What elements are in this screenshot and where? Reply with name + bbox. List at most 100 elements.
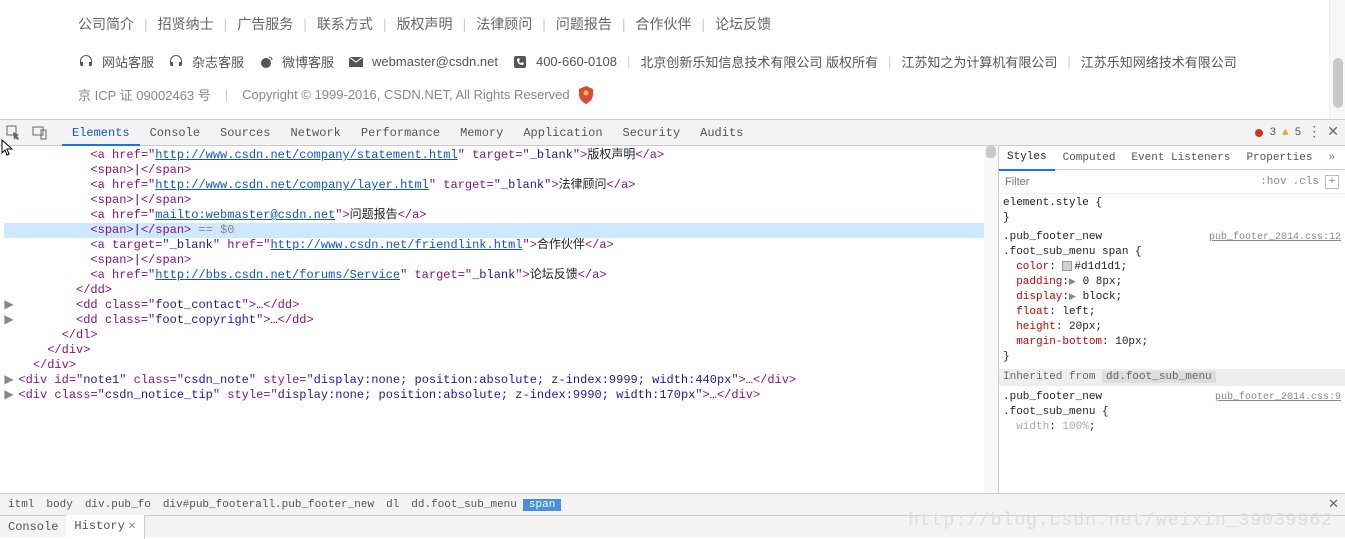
inspect-element-icon[interactable]	[6, 125, 22, 141]
dom-node[interactable]: </dd>	[4, 283, 998, 298]
warning-indicator-icon[interactable]: ▲	[1282, 127, 1289, 139]
color-swatch-icon[interactable]	[1062, 261, 1072, 271]
dom-node-selected[interactable]: <span>|</span> == $0	[4, 223, 998, 238]
footer-link[interactable]: 版权声明	[397, 14, 453, 34]
tab-performance[interactable]: Performance	[351, 120, 450, 146]
styles-filter-input[interactable]	[1005, 176, 1254, 188]
styles-filter-row: :hov .cls +	[999, 170, 1345, 194]
separator: |	[224, 16, 228, 32]
drawer-tab-console[interactable]: Console	[0, 516, 66, 538]
tab-sources[interactable]: Sources	[210, 120, 280, 146]
separator: |	[542, 16, 546, 32]
dom-node[interactable]: <a target="_blank" href="http://www.csdn…	[4, 238, 998, 253]
separator: |	[383, 16, 387, 32]
dom-node[interactable]: <a href="http://www.csdn.net/company/lay…	[4, 178, 998, 193]
dom-node[interactable]: <span>|</span>	[4, 163, 998, 178]
more-menu-icon[interactable]: ⋮	[1307, 124, 1321, 141]
tab-elements[interactable]: Elements	[62, 120, 140, 146]
breadcrumb-item[interactable]: body	[40, 499, 78, 511]
tab-computed[interactable]: Computed	[1055, 146, 1124, 170]
drawer-tab-history[interactable]: History✕	[66, 515, 145, 539]
dom-node[interactable]: ▶ <div class="csdn_notice_tip" style="di…	[4, 388, 998, 403]
breadcrumb-item[interactable]: dd.foot_sub_menu	[405, 499, 523, 511]
contact-link[interactable]: 微博客服	[282, 52, 334, 71]
company-text: 北京创新乐知信息技术有限公司 版权所有	[640, 52, 878, 71]
footer-link[interactable]: 广告服务	[237, 14, 293, 34]
footer-link[interactable]: 论坛反馈	[715, 14, 771, 34]
error-count: 3	[1269, 127, 1276, 139]
breadcrumb-item[interactable]: div#pub_footerall.pub_footer_new	[157, 499, 380, 511]
footer-link[interactable]: 法律顾问	[476, 14, 532, 34]
expand-triangle-icon[interactable]: ▶	[1069, 292, 1076, 302]
css-rule[interactable]: element.style {}	[1003, 196, 1341, 226]
dom-node[interactable]: </div>	[4, 358, 998, 373]
chrome-devtools: Elements Console Sources Network Perform…	[0, 119, 1345, 537]
separator: |	[627, 54, 630, 69]
separator: |	[888, 54, 891, 69]
dom-node[interactable]: <a href="http://bbs.csdn.net/forums/Serv…	[4, 268, 998, 283]
tab-event-listeners[interactable]: Event Listeners	[1123, 146, 1238, 170]
breadcrumb-item[interactable]: itml	[2, 499, 40, 511]
css-rule[interactable]: pub_footer_2014.css:9 .pub_footer_new .f…	[1003, 390, 1341, 435]
footer-link[interactable]: 问题报告	[556, 14, 612, 34]
cls-toggle[interactable]: .cls	[1293, 176, 1319, 188]
contact-phone: 400-660-0108	[536, 54, 617, 69]
dom-node[interactable]: </div>	[4, 343, 998, 358]
separator: |	[303, 16, 307, 32]
dom-node[interactable]: ▶ <dd class="foot_contact">…</dd>	[4, 298, 998, 313]
separator: |	[463, 16, 467, 32]
devtools-tabs: Elements Console Sources Network Perform…	[62, 120, 753, 146]
error-indicator-icon[interactable]	[1255, 129, 1263, 137]
warning-count: 5	[1295, 127, 1302, 139]
rule-source-link[interactable]: pub_footer_2014.css:9	[1215, 390, 1341, 405]
css-rule[interactable]: pub_footer_2014.css:12 .pub_footer_new .…	[1003, 230, 1341, 365]
contact-link[interactable]: 杂志客服	[192, 52, 244, 71]
page-scrollbar[interactable]	[1329, 0, 1345, 119]
breadcrumb-item-selected[interactable]: span	[523, 499, 561, 511]
dom-scrollbar[interactable]	[984, 146, 998, 493]
tab-network[interactable]: Network	[280, 120, 350, 146]
dom-node[interactable]: </dl>	[4, 328, 998, 343]
inherited-selector-chip[interactable]: dd.foot_sub_menu	[1102, 371, 1216, 383]
footer-contact-row: 网站客服 杂志客服 微博客服 webmaster@csdn.net 400-66…	[78, 52, 1345, 71]
tab-properties[interactable]: Properties	[1238, 146, 1320, 170]
dom-node[interactable]: <a href="mailto:webmaster@csdn.net">问题报告…	[4, 208, 998, 223]
contact-email[interactable]: webmaster@csdn.net	[372, 54, 498, 69]
close-devtools-icon[interactable]: ✕	[1327, 124, 1339, 141]
footer-link[interactable]: 联系方式	[317, 14, 373, 34]
dom-node[interactable]: <span>|</span>	[4, 253, 998, 268]
tab-styles[interactable]: Styles	[999, 145, 1055, 171]
tab-security[interactable]: Security	[613, 120, 691, 146]
dom-node[interactable]: <a href="http://www.csdn.net/company/sta…	[4, 148, 998, 163]
dom-node[interactable]: ▶ <div id="note1" class="csdn_note" styl…	[4, 373, 998, 388]
breadcrumb-item[interactable]: dl	[380, 499, 405, 511]
company-text: 江苏知之为计算机有限公司	[901, 52, 1057, 71]
company-text: 江苏乐知网络技术有限公司	[1081, 52, 1237, 71]
footer-link[interactable]: 合作伙伴	[635, 14, 691, 34]
device-toolbar-icon[interactable]	[32, 125, 48, 141]
more-tabs-icon[interactable]: »	[1320, 146, 1343, 170]
footer-link[interactable]: 招贤纳士	[158, 14, 214, 34]
tab-console[interactable]: Console	[140, 120, 210, 146]
contact-link[interactable]: 网站客服	[102, 52, 154, 71]
tab-memory[interactable]: Memory	[450, 120, 513, 146]
copyright-text: Copyright © 1999-2016, CSDN.NET, All Rig…	[242, 87, 570, 102]
close-tab-icon[interactable]: ✕	[128, 522, 136, 533]
footer-link[interactable]: 公司简介	[78, 14, 134, 34]
dom-node[interactable]: ▶ <dd class="foot_copyright">…</dd>	[4, 313, 998, 328]
expand-triangle-icon[interactable]: ▶	[1069, 277, 1076, 287]
webpage-footer-area: 公司简介 | 招贤纳士 | 广告服务 | 联系方式 | 版权声明 | 法律顾问 | 问题报告…	[0, 0, 1345, 119]
tab-audits[interactable]: Audits	[690, 120, 753, 146]
tab-application[interactable]: Application	[513, 120, 612, 146]
new-rule-button[interactable]: +	[1325, 175, 1339, 189]
styles-tabs: Styles Computed Event Listeners Properti…	[999, 146, 1345, 170]
rule-source-link[interactable]: pub_footer_2014.css:12	[1209, 230, 1341, 245]
breadcrumb-item[interactable]: div.pub_fo	[79, 499, 157, 511]
separator: |	[622, 16, 626, 32]
styles-rules[interactable]: element.style {} pub_footer_2014.css:12 …	[999, 194, 1345, 493]
elements-dom-panel[interactable]: <a href="http://www.csdn.net/company/sta…	[0, 146, 999, 493]
separator: |	[225, 87, 228, 102]
hov-toggle[interactable]: :hov	[1260, 176, 1286, 188]
dom-node[interactable]: <span>|</span>	[4, 193, 998, 208]
close-icon[interactable]: ✕	[1328, 497, 1339, 512]
